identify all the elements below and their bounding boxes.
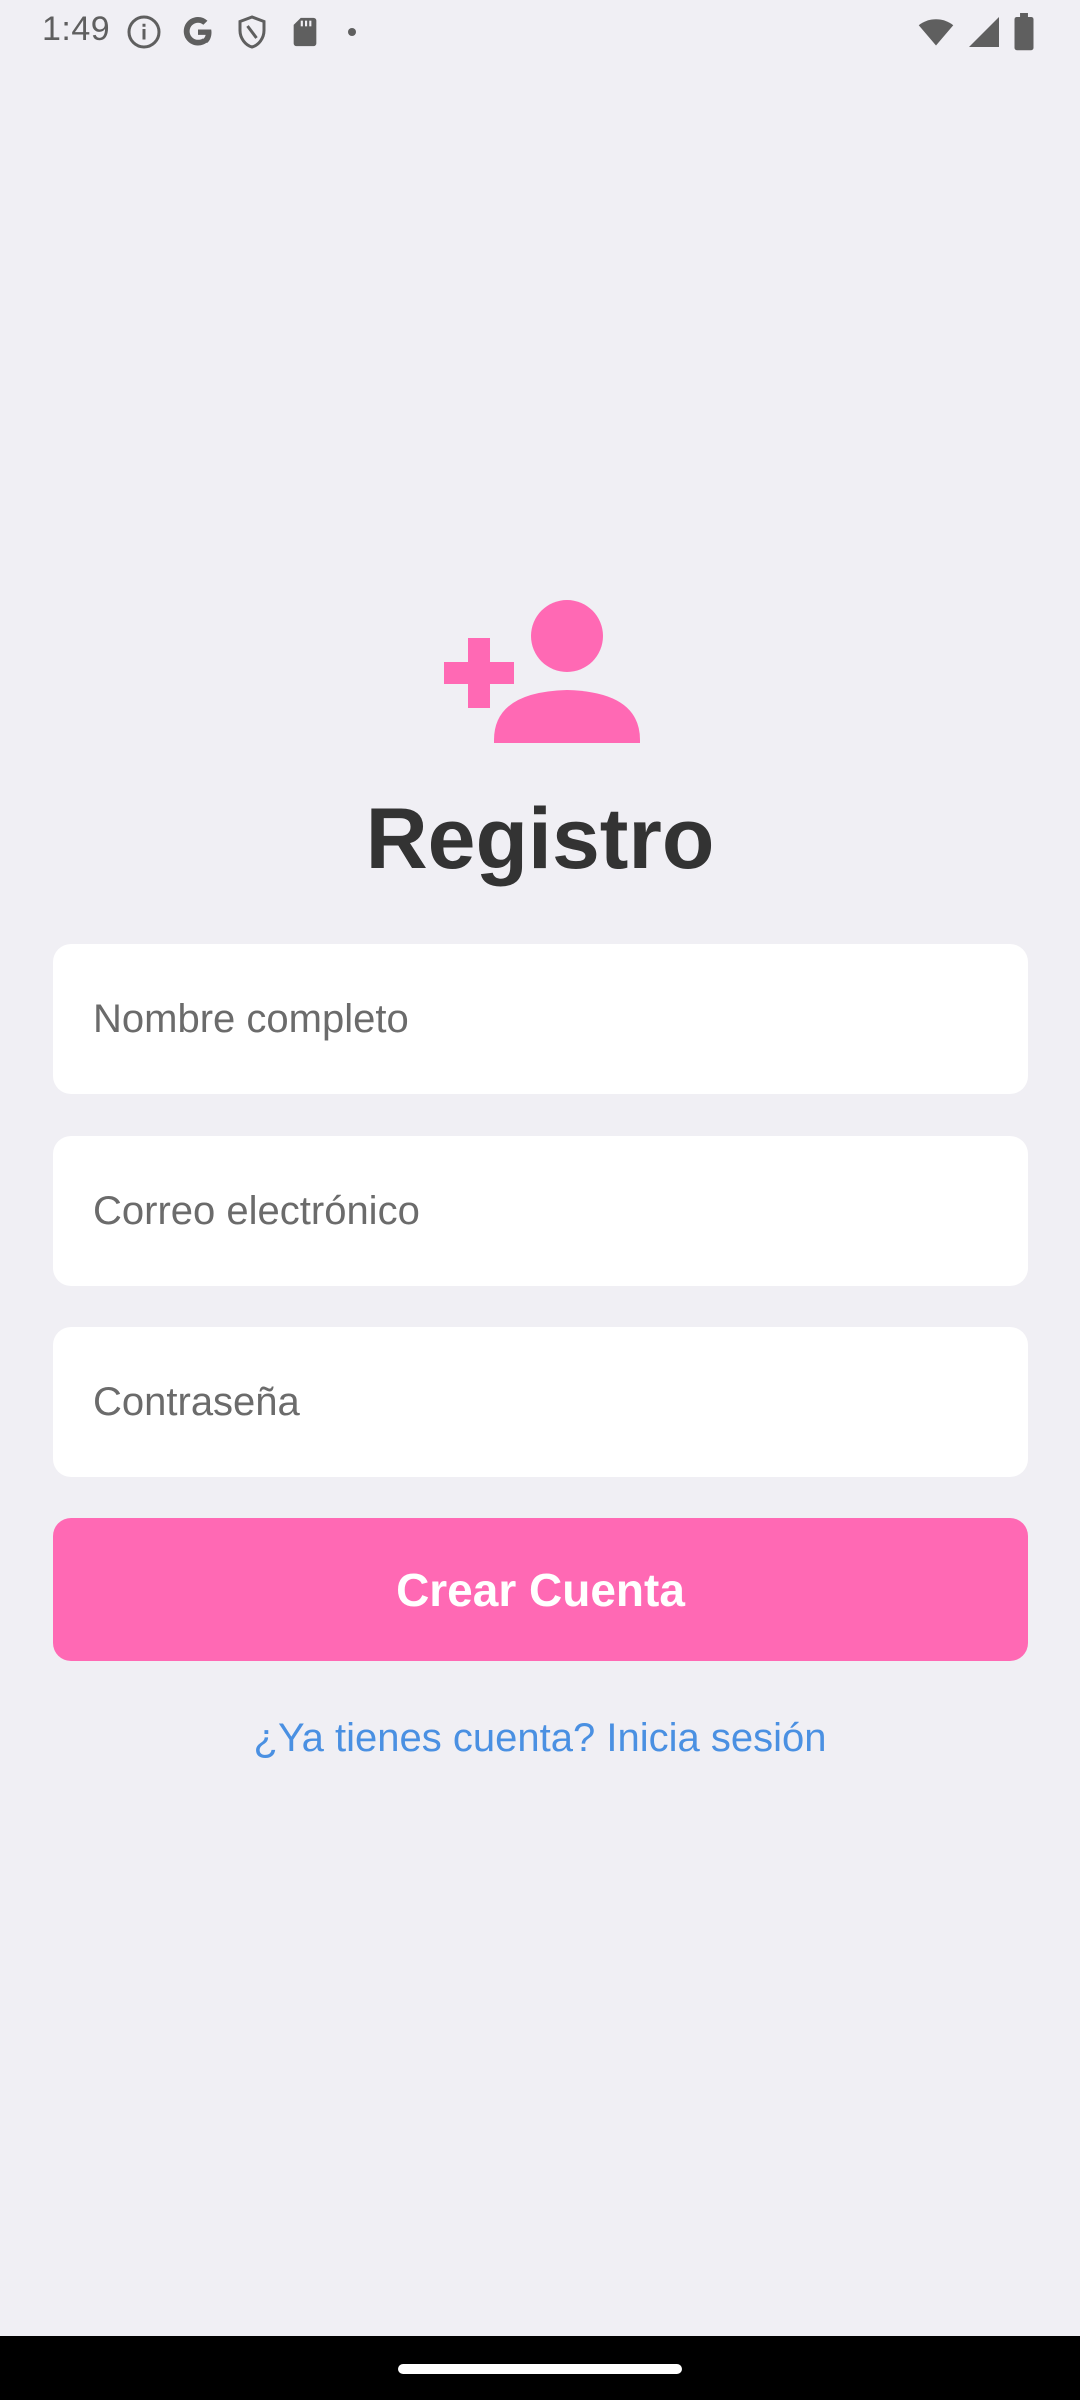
login-link[interactable]: ¿Ya tienes cuenta? Inicia sesión	[0, 1716, 1080, 1761]
dot-icon	[340, 20, 364, 44]
sd-card-icon	[288, 14, 322, 50]
signal-icon	[966, 14, 1002, 50]
battery-icon	[1012, 13, 1036, 51]
shield-icon	[234, 14, 270, 50]
google-icon	[180, 14, 216, 50]
full-name-field[interactable]	[53, 944, 1028, 1094]
password-field[interactable]	[53, 1327, 1028, 1477]
person-add-icon	[440, 600, 640, 748]
create-account-button[interactable]: Crear Cuenta	[53, 1518, 1028, 1661]
page-title: Registro	[365, 791, 715, 887]
wifi-icon	[916, 14, 956, 50]
email-field[interactable]	[53, 1136, 1028, 1286]
full-name-input[interactable]	[53, 944, 1028, 1094]
home-gesture-handle[interactable]	[398, 2364, 682, 2374]
status-bar: 1:49	[0, 0, 1080, 64]
email-input[interactable]	[53, 1136, 1028, 1286]
status-time: 1:49	[42, 10, 111, 48]
status-icons-right	[916, 12, 1036, 52]
info-icon	[126, 14, 162, 50]
status-icons-left	[126, 12, 364, 52]
password-input[interactable]	[53, 1327, 1028, 1477]
